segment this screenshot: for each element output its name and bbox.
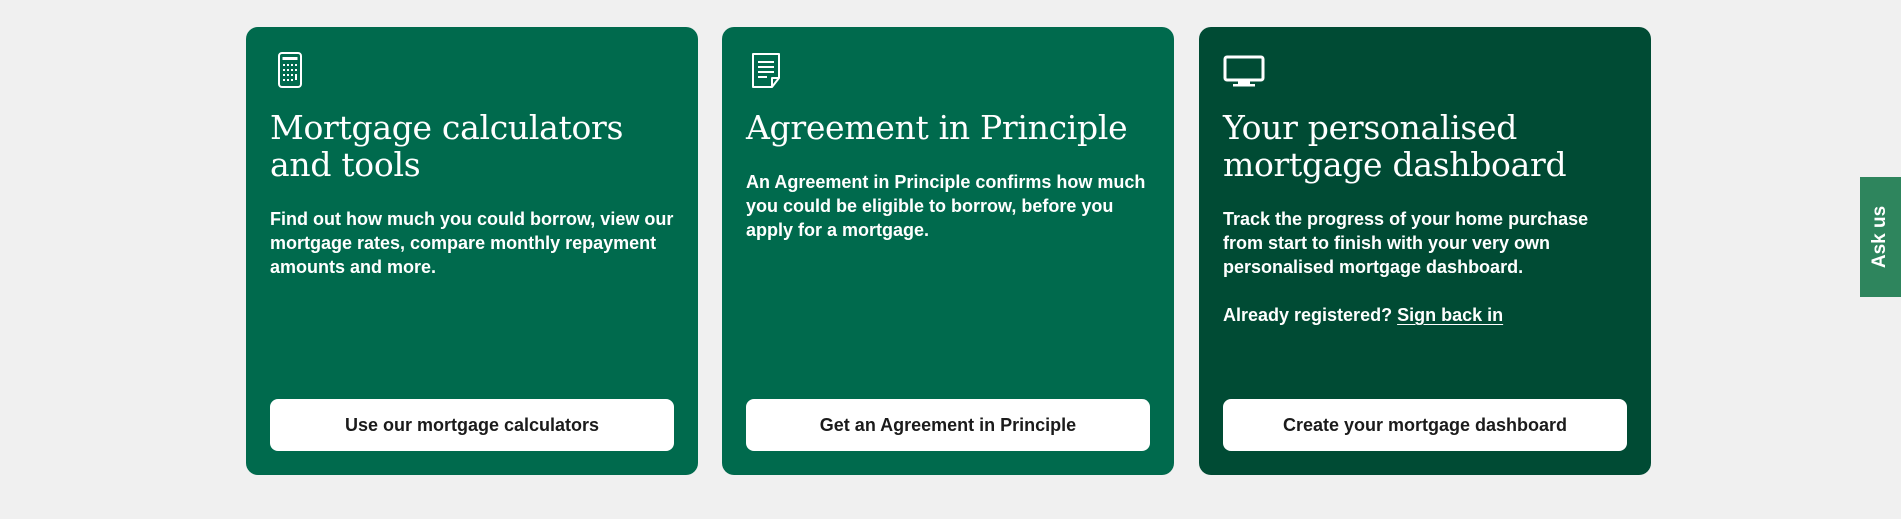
agreement-in-principle-card: Agreement in Principle An Agreement in P…: [722, 27, 1174, 475]
card-title: Mortgage calculators and tools: [270, 108, 624, 184]
sign-back-in-link[interactable]: Sign back in: [1397, 305, 1503, 325]
get-agreement-in-principle-button[interactable]: Get an Agreement in Principle: [746, 399, 1150, 451]
mortgage-dashboard-card: Your personalised mortgage dashboard Tra…: [1199, 27, 1651, 475]
card-description: Track the progress of your home purchase…: [1223, 209, 1589, 277]
ask-us-label: Ask us: [1869, 205, 1891, 269]
mortgage-calculators-card: Mortgage calculators and tools Find out …: [246, 27, 698, 475]
document-icon: [746, 51, 786, 91]
monitor-icon: [1223, 51, 1265, 91]
use-mortgage-calculators-button[interactable]: Use our mortgage calculators: [270, 399, 674, 451]
already-registered-label: Already registered?: [1223, 305, 1393, 325]
create-mortgage-dashboard-button[interactable]: Create your mortgage dashboard: [1223, 399, 1627, 451]
ask-us-tab[interactable]: Ask us: [1860, 177, 1901, 297]
card-description: Find out how much you could borrow, view…: [270, 209, 674, 277]
card-description: An Agreement in Principle confirms how m…: [746, 172, 1146, 240]
card-title: Your personalised mortgage dashboard: [1223, 108, 1567, 184]
calculator-icon: [270, 51, 310, 91]
card-title: Agreement in Principle: [746, 108, 1128, 147]
already-registered-text: Already registered? Sign back in: [1223, 303, 1627, 327]
